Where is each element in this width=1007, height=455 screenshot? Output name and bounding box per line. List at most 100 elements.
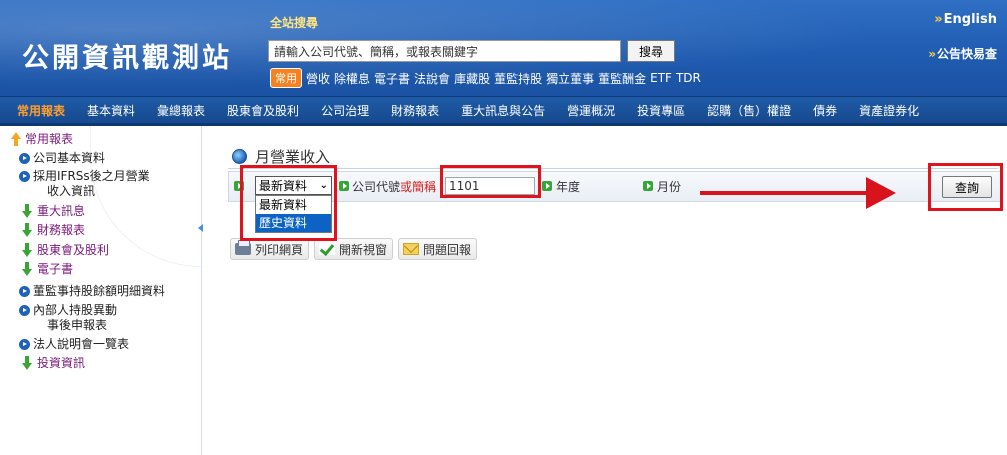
green-bullet-icon xyxy=(542,181,552,191)
nav-item-basic-info[interactable]: 基本資料 xyxy=(76,102,146,119)
sidebar-title-label: 常用報表 xyxy=(25,132,74,146)
sidebar-item-shareholders[interactable]: 股東會及股利 xyxy=(21,243,109,258)
sidebar-item-financial-reports[interactable]: 財務報表 xyxy=(21,223,85,238)
sidebar-item-label: 財務報表 xyxy=(37,223,86,237)
green-bullet-icon xyxy=(339,181,349,191)
annotation-arrow-line xyxy=(700,191,870,195)
sidebar-item-investor-conference[interactable]: 法人說明會一覽表 xyxy=(19,337,129,352)
green-down-arrow-icon xyxy=(21,204,33,219)
sidebar-item-monthly-revenue[interactable]: 採用IFRSs後之月營業 收入資訊 xyxy=(19,169,150,199)
announcement-link-label: 公告快易查 xyxy=(936,47,997,61)
sidebar-item-insider-changes[interactable]: 內部人持股異動 事後申報表 xyxy=(19,303,117,333)
blue-play-icon xyxy=(19,339,30,350)
quick-link[interactable]: 電子書 xyxy=(374,70,410,87)
sidebar-item-label: 公司基本資料 xyxy=(33,151,106,165)
search-input[interactable] xyxy=(268,40,621,62)
green-down-arrow-icon xyxy=(21,356,33,371)
quick-links: 常用 營收 除權息 電子書 法說會 庫藏股 董監持股 獨立董事 董監酬金 ETF… xyxy=(270,68,701,88)
nav-item-securitization[interactable]: 資產證券化 xyxy=(848,102,930,119)
nav-item-operations[interactable]: 營運概況 xyxy=(556,102,626,119)
sidebar-item-label: 採用IFRSs後之月營業 收入資訊 xyxy=(33,169,150,199)
site-header: 公開資訊觀測站 全站搜尋 搜尋 常用 營收 除權息 電子書 法說會 庫藏股 董監… xyxy=(0,0,1007,96)
company-code-label-text: 公司代號 xyxy=(352,180,401,194)
sidebar: 常用報表 公司基本資料 採用IFRSs後之月營業 收入資訊 重大訊息 財務報表 … xyxy=(0,126,202,455)
highlight-box-company-code xyxy=(440,165,541,198)
double-chevron-icon: » xyxy=(934,12,943,27)
sidebar-title[interactable]: 常用報表 xyxy=(9,132,73,147)
nav-item-warrants[interactable]: 認購（售）權證 xyxy=(696,102,802,119)
sidebar-item-director-holdings[interactable]: 董監事持股餘額明細資料 xyxy=(19,284,165,299)
quick-link[interactable]: 董監酬金 xyxy=(598,70,646,87)
blue-play-icon xyxy=(19,305,30,316)
quick-link[interactable]: 法說會 xyxy=(414,70,450,87)
quick-link[interactable]: 庫藏股 xyxy=(454,70,490,87)
nav-item-material-info[interactable]: 重大訊息與公告 xyxy=(450,102,556,119)
sidebar-item-label: 內部人持股異動 事後申報表 xyxy=(33,303,117,333)
site-logo[interactable]: 公開資訊觀測站 xyxy=(22,36,232,75)
globe-icon xyxy=(232,149,247,164)
green-down-arrow-icon xyxy=(21,223,33,238)
nav-item-bonds[interactable]: 債券 xyxy=(802,102,848,119)
quick-links-badge: 常用 xyxy=(270,68,302,88)
nav-item-corporate-governance[interactable]: 公司治理 xyxy=(310,102,380,119)
highlight-box-query-button xyxy=(928,163,1003,211)
sidebar-item-label: 投資資訊 xyxy=(37,356,86,370)
search-button[interactable]: 搜尋 xyxy=(627,40,675,62)
year-label: 年度 xyxy=(556,180,581,194)
new-window-button[interactable]: 開新視窗 xyxy=(314,238,394,260)
nav-item-summary-reports[interactable]: 彙總報表 xyxy=(146,102,216,119)
report-issue-label: 問題回報 xyxy=(423,242,472,257)
quick-link[interactable]: 獨立董事 xyxy=(546,70,594,87)
blue-play-icon xyxy=(19,286,30,297)
envelope-icon xyxy=(403,243,419,255)
printer-icon xyxy=(235,240,251,255)
sidebar-item-ebook[interactable]: 電子書 xyxy=(21,262,73,277)
title-divider xyxy=(228,168,998,169)
highlight-box-mode-select xyxy=(240,165,337,241)
month-label: 月份 xyxy=(657,180,682,194)
sidebar-item-material-news[interactable]: 重大訊息 xyxy=(21,204,85,219)
sidebar-item-label-line2: 收入資訊 xyxy=(47,184,96,198)
green-down-arrow-icon xyxy=(21,262,33,277)
up-arrow-icon xyxy=(9,132,23,147)
print-page-button[interactable]: 列印網頁 xyxy=(230,238,310,260)
sidebar-collapse-icon[interactable] xyxy=(198,224,203,232)
new-window-label: 開新視窗 xyxy=(339,242,388,257)
sidebar-item-label-line2: 事後申報表 xyxy=(47,318,108,332)
english-link-label: English xyxy=(943,12,997,27)
print-page-label: 列印網頁 xyxy=(255,242,304,257)
company-code-label: 公司代號或簡稱 xyxy=(352,178,436,195)
sidebar-item-label: 重大訊息 xyxy=(37,204,86,218)
search-label: 全站搜尋 xyxy=(270,16,319,30)
sidebar-item-investment-info[interactable]: 投資資訊 xyxy=(21,356,85,371)
quick-link[interactable]: 董監持股 xyxy=(494,70,542,87)
blue-play-icon xyxy=(19,171,30,182)
green-down-arrow-icon xyxy=(21,243,33,258)
checkmark-icon xyxy=(319,243,335,255)
quick-link[interactable]: ETF xyxy=(650,71,672,85)
sidebar-item-label: 電子書 xyxy=(37,262,74,276)
sidebar-item-company-basic[interactable]: 公司基本資料 xyxy=(19,151,105,166)
page-title: 月營業收入 xyxy=(232,146,330,167)
announcement-link[interactable]: » 公告快易查 xyxy=(928,45,997,62)
sidebar-item-label: 股東會及股利 xyxy=(37,243,110,257)
sidebar-item-label-line1: 內部人持股異動 xyxy=(33,303,118,317)
nav-item-financial-reports[interactable]: 財務報表 xyxy=(380,102,450,119)
nav-item-investment[interactable]: 投資專區 xyxy=(626,102,696,119)
green-bullet-icon xyxy=(643,181,653,191)
nav-item-common-reports[interactable]: 常用報表 xyxy=(6,102,76,119)
quick-link[interactable]: 營收 xyxy=(306,70,330,87)
company-or-name-label: 或簡稱 xyxy=(400,180,437,194)
page-title-text: 月營業收入 xyxy=(255,148,331,166)
sidebar-item-label: 董監事持股餘額明細資料 xyxy=(33,284,166,298)
sidebar-item-label-line1: 採用IFRSs後之月營業 xyxy=(33,169,150,183)
blue-play-icon xyxy=(19,153,30,164)
double-chevron-icon: » xyxy=(928,46,936,61)
report-issue-button[interactable]: 問題回報 xyxy=(398,238,478,260)
english-link[interactable]: » English xyxy=(934,12,997,27)
quick-link[interactable]: TDR xyxy=(676,71,701,85)
annotation-arrow-head-icon xyxy=(866,177,896,209)
main-nav: 常用報表 基本資料 彙總報表 股東會及股利 公司治理 財務報表 重大訊息與公告 … xyxy=(0,96,1007,126)
quick-link[interactable]: 除權息 xyxy=(334,70,370,87)
nav-item-shareholders-dividends[interactable]: 股東會及股利 xyxy=(216,102,310,119)
